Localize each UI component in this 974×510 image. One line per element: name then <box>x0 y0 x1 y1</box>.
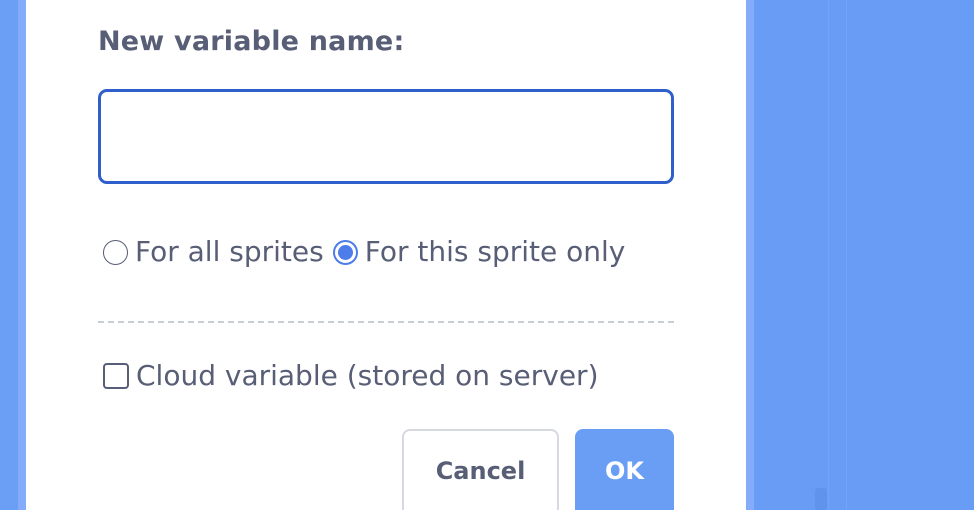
cloud-variable-label[interactable]: Cloud variable (stored on server) <box>136 358 599 394</box>
cloud-variable-option[interactable]: Cloud variable (stored on server) <box>103 358 599 394</box>
scope-all-sprites-label[interactable]: For all sprites <box>135 234 324 270</box>
variable-name-label: New variable name: <box>98 26 405 57</box>
background-right-panel <box>754 0 974 510</box>
background-left-strip <box>0 0 18 510</box>
cloud-variable-checkbox[interactable] <box>103 363 129 389</box>
section-divider <box>98 321 674 323</box>
scope-all-sprites-radio[interactable] <box>103 239 128 265</box>
background-divider-line <box>846 0 847 510</box>
variable-name-input[interactable] <box>98 89 674 184</box>
scope-radio-group: For all sprites For this sprite only <box>103 234 634 270</box>
background-divider-line <box>828 0 829 510</box>
background-scroll-handle <box>815 488 827 510</box>
scope-this-sprite-label[interactable]: For this sprite only <box>365 234 626 270</box>
scope-this-sprite-radio[interactable] <box>332 239 358 265</box>
cancel-button[interactable]: Cancel <box>402 429 559 510</box>
ok-button[interactable]: OK <box>575 429 674 510</box>
